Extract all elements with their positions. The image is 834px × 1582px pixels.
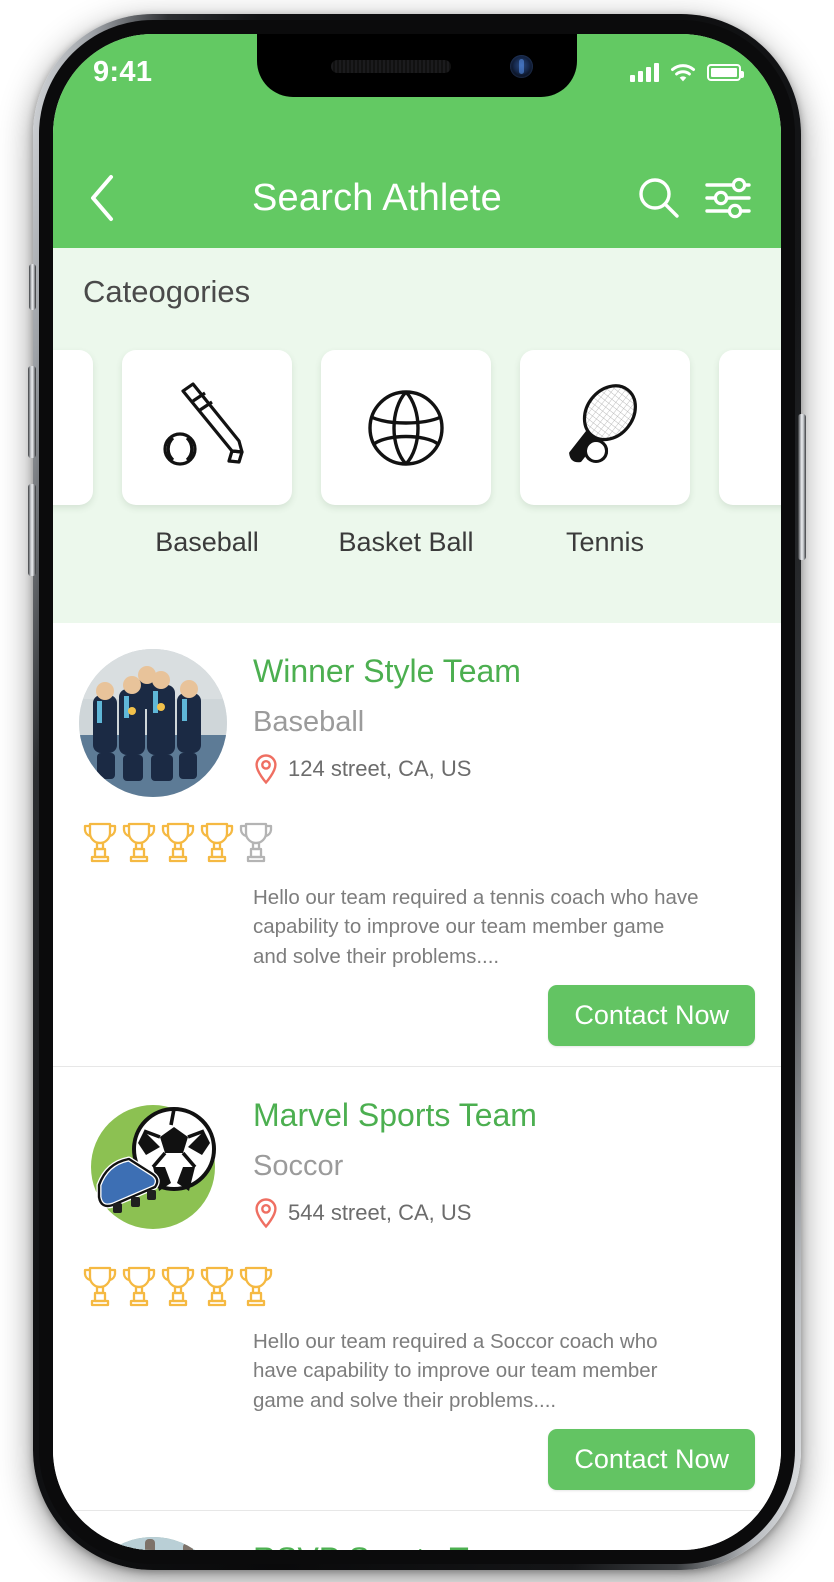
- cta-row: Contact Now: [79, 984, 755, 1046]
- avatar-column: [79, 649, 273, 863]
- info-column: RSVP Sports Team Badminton: [247, 1537, 755, 1550]
- soccer-logo-avatar: [79, 1092, 227, 1241]
- screenshot-stage: Search Athlete 9:41 Cateogories Baseball…: [0, 0, 834, 1582]
- location-text: 544 street, CA, US: [288, 1199, 472, 1225]
- location-row: 544 street, CA, US: [253, 1197, 755, 1229]
- volume-up-button[interactable]: [28, 366, 36, 458]
- info-column: Marvel Sports Team Soccor 544 street, CA…: [247, 1093, 755, 1307]
- status-bar-indicators: [630, 63, 744, 83]
- trophy-icon-filled: [198, 819, 236, 863]
- category-item-basketball[interactable]: Basket Ball: [321, 350, 491, 558]
- trophy-icon-filled: [81, 819, 119, 863]
- category-label: Basket Ball: [338, 527, 474, 557]
- rating-trophies: [81, 1263, 273, 1307]
- app-bar-actions: [635, 174, 753, 222]
- status-bar-time: 9:41: [93, 56, 153, 88]
- trophy-icon-filled: [120, 1263, 158, 1307]
- badminton-photo-avatar: [79, 1536, 227, 1550]
- avatar-column: [79, 1536, 247, 1550]
- category-card[interactable]: [520, 350, 690, 505]
- device-notch: [257, 34, 577, 97]
- phone-bezel: Search Athlete 9:41 Cateogories Baseball…: [39, 20, 795, 1564]
- basketball-icon: [357, 379, 455, 477]
- category-card[interactable]: [53, 350, 93, 505]
- list-item[interactable]: Winner Style Team Baseball 124 street, C…: [53, 623, 781, 1067]
- avatar-column: [79, 1092, 273, 1307]
- contact-now-button[interactable]: Contact Now: [548, 984, 755, 1046]
- location-pin-icon: [253, 1197, 279, 1229]
- tennis-racket-and-ball-icon: [553, 379, 657, 477]
- chevron-left-icon: [87, 173, 117, 223]
- trophy-icon-filled: [198, 1263, 236, 1307]
- location-text: 124 street, CA, US: [288, 755, 472, 781]
- trophy-icon-filled: [159, 819, 197, 863]
- categories-section: Cateogories Baseball Basket Ball Tennis: [53, 248, 781, 623]
- category-item-partial-left[interactable]: [53, 350, 93, 505]
- phone-screen: Search Athlete 9:41 Cateogories Baseball…: [53, 34, 781, 1550]
- team-description: Hello our team required a Soccor coach w…: [253, 1329, 658, 1412]
- team-name[interactable]: RSVP Sports Team: [253, 1541, 755, 1550]
- list-item[interactable]: RSVP Sports Team Badminton: [53, 1511, 781, 1550]
- filter-button[interactable]: [705, 174, 753, 222]
- team-name[interactable]: Winner Style Team: [253, 653, 755, 690]
- info-column: Winner Style Team Baseball 124 street, C…: [247, 649, 755, 863]
- power-button[interactable]: [798, 414, 806, 560]
- team-photo-avatar: [79, 649, 227, 797]
- rating-trophies: [81, 819, 273, 863]
- team-description: Hello our team required a tennis coach w…: [253, 886, 699, 968]
- cellular-bars-icon: [630, 63, 659, 82]
- category-label: Baseball: [155, 527, 259, 557]
- search-button[interactable]: [635, 174, 683, 222]
- wifi-icon: [670, 63, 696, 83]
- categories-scroll-strip[interactable]: Baseball Basket Ball Tennis: [53, 350, 781, 558]
- sport-label: Soccor: [253, 1149, 344, 1182]
- baseball-bat-and-ball-icon: [153, 379, 261, 477]
- trophy-icon-filled: [81, 1263, 119, 1307]
- earpiece-speaker: [331, 60, 451, 73]
- page-title: Search Athlete: [252, 176, 502, 219]
- team-name[interactable]: Marvel Sports Team: [253, 1097, 755, 1134]
- category-label: Tennis: [565, 527, 645, 557]
- category-card[interactable]: [321, 350, 491, 505]
- list-item-body: Hello our team required a tennis coach w…: [79, 863, 755, 971]
- list-item-header: Winner Style Team Baseball 124 street, C…: [79, 649, 755, 863]
- front-camera: [510, 55, 533, 78]
- silent-switch-button[interactable]: [29, 264, 36, 310]
- category-item-tennis[interactable]: Tennis: [520, 350, 690, 558]
- cta-row: Contact Now: [79, 1428, 755, 1490]
- battery-full-icon: [707, 64, 744, 81]
- results-list[interactable]: Winner Style Team Baseball 124 street, C…: [53, 623, 781, 1550]
- app-bar-row: Search Athlete: [53, 148, 781, 248]
- category-item-baseball[interactable]: Baseball: [122, 350, 292, 558]
- volume-down-button[interactable]: [28, 484, 36, 576]
- categories-heading: Cateogories: [83, 274, 251, 309]
- contact-now-button[interactable]: Contact Now: [548, 1428, 755, 1490]
- trophy-icon-filled: [120, 819, 158, 863]
- location-row: 124 street, CA, US: [253, 753, 755, 785]
- list-item[interactable]: Marvel Sports Team Soccor 544 street, CA…: [53, 1067, 781, 1511]
- sport-label: Baseball: [253, 705, 365, 738]
- category-card[interactable]: [122, 350, 292, 505]
- list-item-header: RSVP Sports Team Badminton: [79, 1536, 755, 1550]
- phone-frame: Search Athlete 9:41 Cateogories Baseball…: [28, 14, 806, 1570]
- trophy-icon-filled: [159, 1263, 197, 1307]
- category-item-partial-right[interactable]: [719, 350, 781, 505]
- category-card[interactable]: [719, 350, 781, 505]
- list-item-header: Marvel Sports Team Soccor 544 street, CA…: [79, 1092, 755, 1307]
- filter-sliders-icon: [705, 176, 753, 220]
- location-pin-icon: [253, 753, 279, 785]
- list-item-body: Hello our team required a Soccor coach w…: [79, 1307, 755, 1415]
- search-icon: [636, 175, 682, 221]
